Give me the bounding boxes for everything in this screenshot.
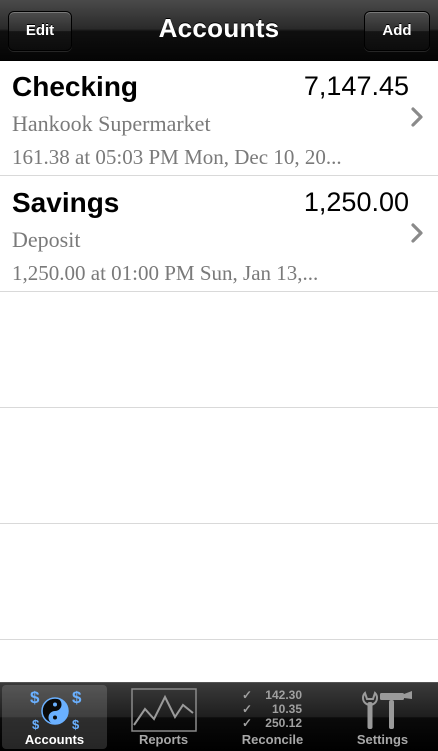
account-balance: 7,147.45 <box>303 71 409 101</box>
tab-settings[interactable]: Settings <box>330 685 435 749</box>
tab-label: Accounts <box>24 732 85 747</box>
svg-text:✓: ✓ <box>242 702 252 716</box>
navigation-bar: Edit Accounts Add <box>0 0 438 61</box>
tab-accounts[interactable]: $ $ $ $ Accounts <box>2 685 107 749</box>
last-transaction-payee: Hankook Supermarket <box>12 111 211 136</box>
account-name: Savings <box>12 187 120 218</box>
svg-text:✓: ✓ <box>242 716 252 730</box>
tab-label: Reconcile <box>241 732 304 747</box>
reconcile-value: 10.35 <box>271 702 301 716</box>
chevron-right-icon <box>411 223 423 243</box>
tab-label: Reports <box>138 732 189 747</box>
empty-row <box>0 525 438 640</box>
account-row-savings[interactable]: Savings 1,250.00 Deposit 1,250.00 at 01:… <box>0 177 438 292</box>
svg-text:✓: ✓ <box>242 688 252 702</box>
chevron-right-icon <box>411 107 423 127</box>
tools-icon <box>361 691 412 729</box>
last-transaction-payee: Deposit <box>12 227 81 252</box>
last-transaction-detail: 1,250.00 at 01:00 PM Sun, Jan 13,... <box>12 261 319 285</box>
last-transaction-detail: 161.38 at 05:03 PM Mon, Dec 10, 20... <box>12 145 342 169</box>
svg-text:$: $ <box>32 717 40 732</box>
account-balance: 1,250.00 <box>303 187 409 217</box>
line-chart-icon <box>130 688 197 732</box>
account-name: Checking <box>12 71 139 102</box>
svg-text:$: $ <box>30 688 40 707</box>
tab-label: Settings <box>356 732 409 747</box>
svg-text:$: $ <box>72 717 80 732</box>
reconcile-value: 250.12 <box>265 716 302 730</box>
accounts-table: Checking 7,147.45 Hankook Supermarket 16… <box>0 61 438 682</box>
tab-bar: $ $ $ $ Accounts Reports ✓ ✓ ✓ 142.30 10… <box>0 682 438 751</box>
checklist-icon: ✓ ✓ ✓ 142.30 10.35 250.12 <box>242 688 302 730</box>
yin-yang-dollar-icon: $ $ $ $ <box>30 688 82 732</box>
add-button[interactable]: Add <box>364 11 430 51</box>
tab-reconcile[interactable]: ✓ ✓ ✓ 142.30 10.35 250.12 Reconcile <box>220 685 325 749</box>
empty-row <box>0 409 438 524</box>
svg-text:$: $ <box>72 688 82 707</box>
reconcile-value: 142.30 <box>265 688 302 702</box>
tab-reports[interactable]: Reports <box>111 685 216 749</box>
empty-row <box>0 293 438 408</box>
account-row-checking[interactable]: Checking 7,147.45 Hankook Supermarket 16… <box>0 61 438 176</box>
